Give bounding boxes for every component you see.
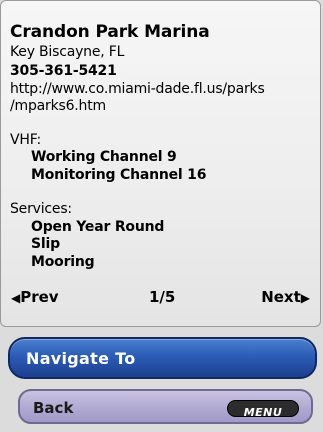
marina-info-panel: Crandon Park Marina Key Biscayne, FL 305… [0, 0, 321, 327]
navigate-to-label: Navigate To [26, 349, 136, 368]
back-label: Back [33, 399, 74, 417]
navigate-to-button[interactable]: Navigate To [8, 337, 317, 379]
page-indicator: 1/5 [149, 288, 176, 306]
vhf-heading: VHF: [10, 132, 41, 148]
prev-label: Prev [20, 288, 59, 306]
next-label: Next [261, 288, 301, 306]
prev-button[interactable]: ◀Prev [11, 288, 59, 306]
marina-phone: 305-361-5421 [10, 63, 117, 79]
service-item: Open Year Round [31, 219, 165, 235]
vhf-working-channel: Working Channel 9 [31, 149, 177, 165]
pager: ◀Prev 1/5 Next▶ [1, 288, 322, 308]
screen: Crandon Park Marina Key Biscayne, FL 305… [0, 0, 323, 432]
triangle-left-icon: ◀ [11, 291, 21, 305]
triangle-right-icon: ▶ [300, 291, 310, 305]
marina-location: Key Biscayne, FL [10, 44, 125, 60]
marina-url-line-1: http://www.co.miami-dade.fl.us/parks [10, 81, 265, 97]
marina-url-line-2: /mparks6.htm [10, 98, 106, 114]
marina-name: Crandon Park Marina [10, 22, 210, 42]
vhf-monitoring-channel: Monitoring Channel 16 [31, 167, 207, 183]
menu-key-badge: MENU [227, 400, 299, 419]
next-button[interactable]: Next▶ [261, 288, 310, 306]
service-item: Slip [31, 236, 60, 252]
menu-label: MENU [243, 406, 283, 419]
back-button[interactable]: Back MENU [18, 389, 313, 424]
services-heading: Services: [10, 201, 72, 217]
service-item: Mooring [31, 254, 95, 270]
